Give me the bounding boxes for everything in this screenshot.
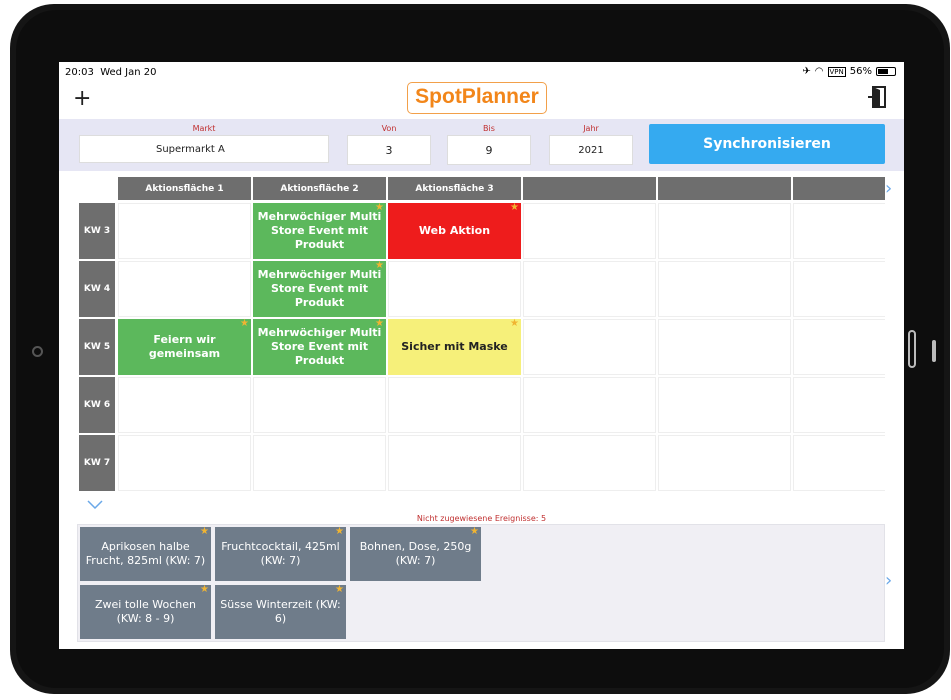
row-label: KW 7 [79,435,115,491]
column-header: Aktionsfläche 3 [388,177,521,200]
synchronize-button[interactable]: Synchronisieren [649,124,885,164]
wifi-icon: ◠ [814,66,824,77]
event-card[interactable]: Mehrwöchiger Multi Store Event mit Produ… [253,260,386,317]
scroll-right-icon[interactable]: › [885,178,892,199]
unassigned-card[interactable]: Zwei tolle Wochen (KW: 8 - 9) ★ [80,584,211,639]
grid-cell[interactable] [523,435,656,491]
grid-cell[interactable] [658,203,791,259]
unassigned-card[interactable]: Fruchtcocktail, 425ml (KW: 7) ★ [215,526,346,581]
scroll-down-icon[interactable] [87,500,103,510]
filter-bar: Markt Supermarkt A Von 3 Bis 9 Jahr 2021… [59,119,904,171]
markt-field[interactable]: Supermarkt A [79,135,329,163]
grid-cell[interactable] [523,319,656,375]
event-title: Feiern wir gemeinsam [148,333,221,360]
spotplanner-logo: SpotPlanner [407,82,547,114]
card-title: Zwei tolle Wochen (KW: 8 - 9) [95,598,196,625]
grid-cell[interactable] [118,435,251,491]
event-card[interactable]: Web Aktion ★ [388,202,521,259]
star-icon: ★ [375,318,384,329]
pool-scroll-right-icon[interactable]: › [885,570,892,591]
grid-cell[interactable] [658,319,791,375]
column-header: Aktionsfläche 2 [253,177,386,200]
column-header [658,177,791,200]
star-icon: ★ [200,526,209,537]
star-icon: ★ [470,526,479,537]
grid-cell[interactable] [388,261,521,317]
grid-cell[interactable] [523,261,656,317]
event-card[interactable]: Feiern wir gemeinsam ★ [118,318,251,375]
airplane-icon: ✈ [802,66,811,77]
jahr-label: Jahr [583,124,599,133]
von-label: Von [381,124,397,133]
grid-cell[interactable] [118,377,251,433]
star-icon: ★ [510,202,519,213]
card-title: Süsse Winterzeit (KW: 6) [220,598,341,625]
card-title: Fruchtcocktail, 425ml (KW: 7) [221,540,340,567]
unassigned-pool: Aprikosen halbe Frucht, 825ml (KW: 7) ★ Fr… [77,524,885,642]
row-label: KW 5 [79,319,115,375]
star-icon: ★ [335,584,344,595]
status-time-date: 20:03 Wed Jan 20 [65,67,157,78]
card-title: Aprikosen halbe Frucht, 825ml (KW: 7) [85,540,206,567]
grid-cell[interactable] [253,377,386,433]
card-title: Bohnen, Dose, 250g (KW: 7) [359,540,472,567]
event-title: Web Aktion [418,224,491,237]
bis-field[interactable]: 9 [447,135,531,165]
grid-cell[interactable] [388,435,521,491]
unassigned-card[interactable]: Aprikosen halbe Frucht, 825ml (KW: 7) ★ [80,526,211,581]
column-header [523,177,656,200]
jahr-field[interactable]: 2021 [549,135,633,165]
event-card[interactable]: Mehrwöchiger Multi Store Event mit Produ… [253,318,386,375]
side-button-inner [932,340,936,362]
column-header: Aktionsfläche 1 [118,177,251,200]
unassigned-title: Nicht zugewiesene Ereignisse: 5 [416,514,547,523]
star-icon: ★ [375,260,384,271]
grid-cell[interactable] [793,203,885,259]
event-card[interactable]: Sicher mit Maske ★ [388,318,521,375]
grid-cell[interactable] [658,377,791,433]
event-title: Mehrwöchiger Multi Store Event mit Produ… [257,268,382,309]
vpn-badge: VPN [827,66,846,77]
row-label: KW 4 [79,261,115,317]
battery-icon [876,67,896,76]
grid-cell[interactable] [523,203,656,259]
grid-cell[interactable] [658,435,791,491]
unassigned-card[interactable]: Süsse Winterzeit (KW: 6) ★ [215,584,346,639]
star-icon: ★ [240,318,249,329]
grid-cell[interactable] [793,261,885,317]
status-bar: 20:03 Wed Jan 20 ✈ ◠ VPN 56% [59,62,904,84]
unassigned-card[interactable]: Bohnen, Dose, 250g (KW: 7) ★ [350,526,481,581]
grid-cell[interactable] [388,377,521,433]
event-title: Mehrwöchiger Multi Store Event mit Produ… [257,210,382,251]
grid-cell[interactable] [118,203,251,259]
star-icon: ★ [335,526,344,537]
grid-cell[interactable] [793,377,885,433]
app-screen: 20:03 Wed Jan 20 ✈ ◠ VPN 56% + SpotPlann… [59,62,904,649]
row-label: KW 3 [79,203,115,259]
grid-cell[interactable] [793,319,885,375]
grid-cell[interactable] [523,377,656,433]
event-card[interactable]: Mehrwöchiger Multi Store Event mit Produ… [253,202,386,259]
row-label: KW 6 [79,377,115,433]
von-field[interactable]: 3 [347,135,431,165]
star-icon: ★ [375,202,384,213]
column-header [793,177,885,200]
star-icon: ★ [510,318,519,329]
grid-cell[interactable] [253,435,386,491]
event-title: Sicher mit Maske [401,340,508,353]
front-camera-dot [32,346,43,357]
side-button [908,330,916,368]
add-icon[interactable]: + [73,88,91,110]
grid-cell[interactable] [118,261,251,317]
battery-percent: 56% [849,66,872,77]
status-indicators: ✈ ◠ VPN 56% [802,66,896,77]
grid-cell[interactable] [793,435,885,491]
star-icon: ★ [200,584,209,595]
planning-grid: Aktionsfläche 1 Aktionsfläche 2 Aktionsflä… [77,177,885,501]
exit-icon[interactable] [868,86,886,108]
markt-label: Markt [192,124,216,133]
grid-cell[interactable] [658,261,791,317]
event-title: Mehrwöchiger Multi Store Event mit Produ… [257,326,382,367]
bis-label: Bis [483,124,495,133]
